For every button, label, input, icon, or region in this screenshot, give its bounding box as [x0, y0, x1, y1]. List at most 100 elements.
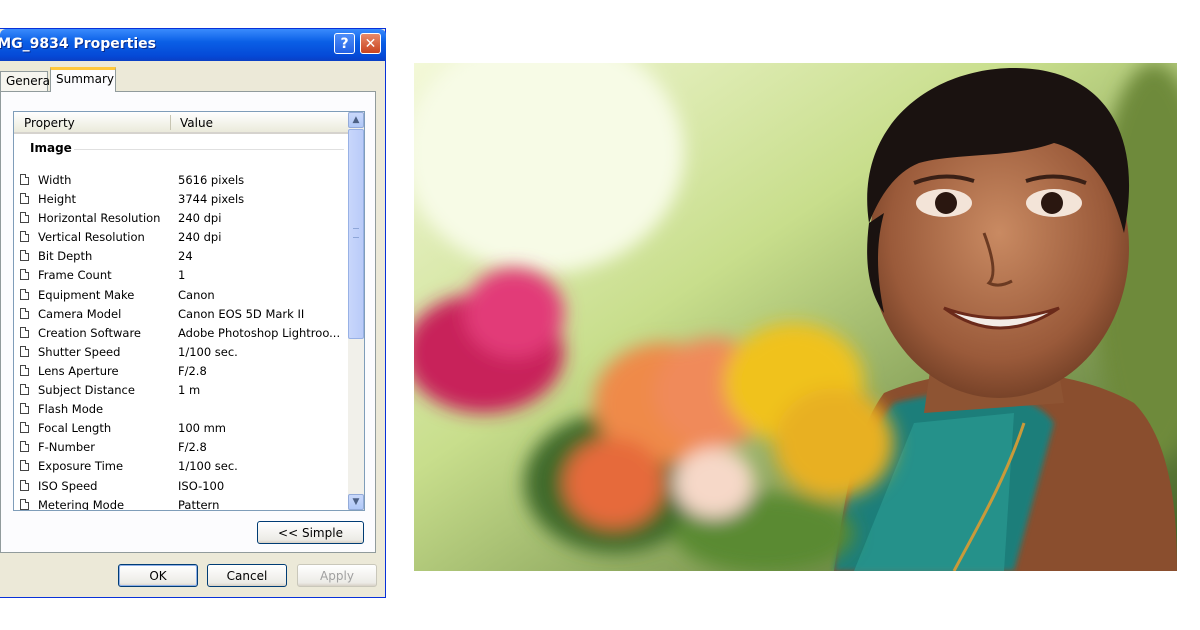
- property-rows: Width 5616 pixels Height 3744 pixels Horizon…: [14, 171, 348, 511]
- property-value: 1 m: [178, 383, 201, 398]
- scroll-up-arrow-icon[interactable]: ▲: [348, 112, 364, 128]
- property-name: Frame Count: [38, 268, 112, 283]
- photo-preview: [414, 63, 1177, 571]
- help-icon: ?: [340, 35, 349, 52]
- document-icon: [20, 403, 29, 415]
- property-row[interactable]: ISO Speed ISO-100: [14, 477, 348, 496]
- apply-button[interactable]: Apply: [297, 564, 377, 587]
- property-name: F-Number: [38, 440, 95, 455]
- property-name: Height: [38, 192, 77, 207]
- document-icon: [20, 269, 29, 281]
- property-row[interactable]: Metering Mode Pattern: [14, 496, 348, 511]
- document-icon: [20, 250, 29, 262]
- tab-general[interactable]: General: [0, 71, 53, 91]
- document-icon: [20, 441, 29, 453]
- property-value: 1: [178, 268, 186, 283]
- list-header: Property Value: [14, 112, 348, 134]
- column-divider[interactable]: [170, 115, 171, 130]
- property-value: F/2.8: [178, 363, 207, 378]
- property-name: Bit Depth: [38, 249, 93, 264]
- document-icon: [20, 307, 29, 319]
- property-value: Adobe Photoshop Lightroo...: [178, 325, 341, 340]
- property-row[interactable]: Lens Aperture F/2.8: [14, 362, 348, 381]
- property-row[interactable]: Equipment Make Canon: [14, 286, 348, 305]
- property-row[interactable]: Focal Length 100 mm: [14, 419, 348, 438]
- property-value: 1/100 sec.: [178, 459, 238, 474]
- property-name: Subject Distance: [38, 383, 135, 398]
- property-name: Shutter Speed: [38, 344, 121, 359]
- property-value: 3744 pixels: [178, 192, 245, 207]
- property-value: F/2.8: [178, 440, 207, 455]
- property-value: 240 dpi: [178, 211, 222, 226]
- property-name: Focal Length: [38, 421, 112, 436]
- child-with-flowers-photo: [414, 63, 1177, 571]
- document-icon: [20, 326, 29, 338]
- property-row[interactable]: Bit Depth 24: [14, 247, 348, 266]
- property-value: 100 mm: [178, 421, 227, 436]
- tab-summary[interactable]: Summary: [50, 67, 116, 92]
- property-row[interactable]: F-Number F/2.8: [14, 438, 348, 457]
- cancel-button[interactable]: Cancel: [207, 564, 287, 587]
- property-name: Equipment Make: [38, 287, 135, 302]
- title-bar[interactable]: IMG_9834 Properties ? ✕: [0, 29, 386, 61]
- property-value: Canon: [178, 287, 215, 302]
- document-icon: [20, 345, 29, 357]
- property-value: ISO-100: [178, 478, 225, 493]
- property-row[interactable]: Creation Software Adobe Photoshop Lightro…: [14, 324, 348, 343]
- property-name: Camera Model: [38, 306, 122, 321]
- property-name: Vertical Resolution: [38, 230, 145, 245]
- column-header-value[interactable]: Value: [180, 116, 213, 130]
- property-value: 1/100 sec.: [178, 344, 238, 359]
- property-row[interactable]: Camera Model Canon EOS 5D Mark II: [14, 305, 348, 324]
- document-icon: [20, 193, 29, 205]
- property-row[interactable]: Width 5616 pixels: [14, 171, 348, 190]
- document-icon: [20, 364, 29, 376]
- group-divider: [74, 149, 344, 150]
- vertical-scrollbar[interactable]: ▲ ▼: [348, 112, 364, 510]
- ok-button[interactable]: OK: [118, 564, 198, 587]
- property-row[interactable]: Height 3744 pixels: [14, 190, 348, 209]
- summary-panel: Property Value Image Width 5616 pixels Hei…: [0, 91, 376, 553]
- property-value: Pattern: [178, 497, 220, 511]
- property-name: ISO Speed: [38, 478, 98, 493]
- properties-dialog: IMG_9834 Properties ? ✕ General Summary …: [0, 28, 386, 598]
- scroll-thumb[interactable]: [348, 129, 364, 339]
- property-value: 5616 pixels: [178, 173, 245, 187]
- document-icon: [20, 498, 29, 510]
- properties-list[interactable]: Property Value Image Width 5616 pixels Hei…: [13, 111, 365, 511]
- column-header-property[interactable]: Property: [24, 116, 75, 130]
- grip-icon: [353, 228, 359, 238]
- property-name: Metering Mode: [38, 497, 125, 511]
- document-icon: [20, 384, 29, 396]
- property-name: Lens Aperture: [38, 363, 119, 378]
- simple-button[interactable]: << Simple: [257, 521, 364, 544]
- scroll-down-arrow-icon[interactable]: ▼: [348, 494, 364, 510]
- property-row[interactable]: Shutter Speed 1/100 sec.: [14, 343, 348, 362]
- document-icon: [20, 288, 29, 300]
- property-row[interactable]: Subject Distance 1 m: [14, 381, 348, 400]
- close-icon: ✕: [364, 35, 377, 52]
- help-button[interactable]: ?: [334, 33, 355, 54]
- document-icon: [20, 479, 29, 491]
- property-name: Creation Software: [38, 325, 142, 340]
- document-icon: [20, 460, 29, 472]
- property-row[interactable]: Flash Mode: [14, 400, 348, 419]
- close-button[interactable]: ✕: [360, 33, 381, 54]
- property-value: 240 dpi: [178, 230, 222, 245]
- property-row[interactable]: Frame Count 1: [14, 266, 348, 285]
- property-name: Horizontal Resolution: [38, 211, 161, 226]
- property-row[interactable]: Vertical Resolution 240 dpi: [14, 228, 348, 247]
- property-value: Canon EOS 5D Mark II: [178, 306, 305, 321]
- document-icon: [20, 174, 29, 185]
- property-value: 24: [178, 249, 193, 264]
- property-row[interactable]: Horizontal Resolution 240 dpi: [14, 209, 348, 228]
- document-icon: [20, 212, 29, 224]
- dialog-title: IMG_9834 Properties: [0, 36, 156, 52]
- property-name: Flash Mode: [38, 402, 104, 417]
- property-name: Width: [38, 173, 72, 187]
- property-name: Exposure Time: [38, 459, 124, 474]
- document-icon: [20, 422, 29, 434]
- document-icon: [20, 231, 29, 243]
- property-row[interactable]: Exposure Time 1/100 sec.: [14, 457, 348, 476]
- group-header-image: Image: [30, 141, 72, 155]
